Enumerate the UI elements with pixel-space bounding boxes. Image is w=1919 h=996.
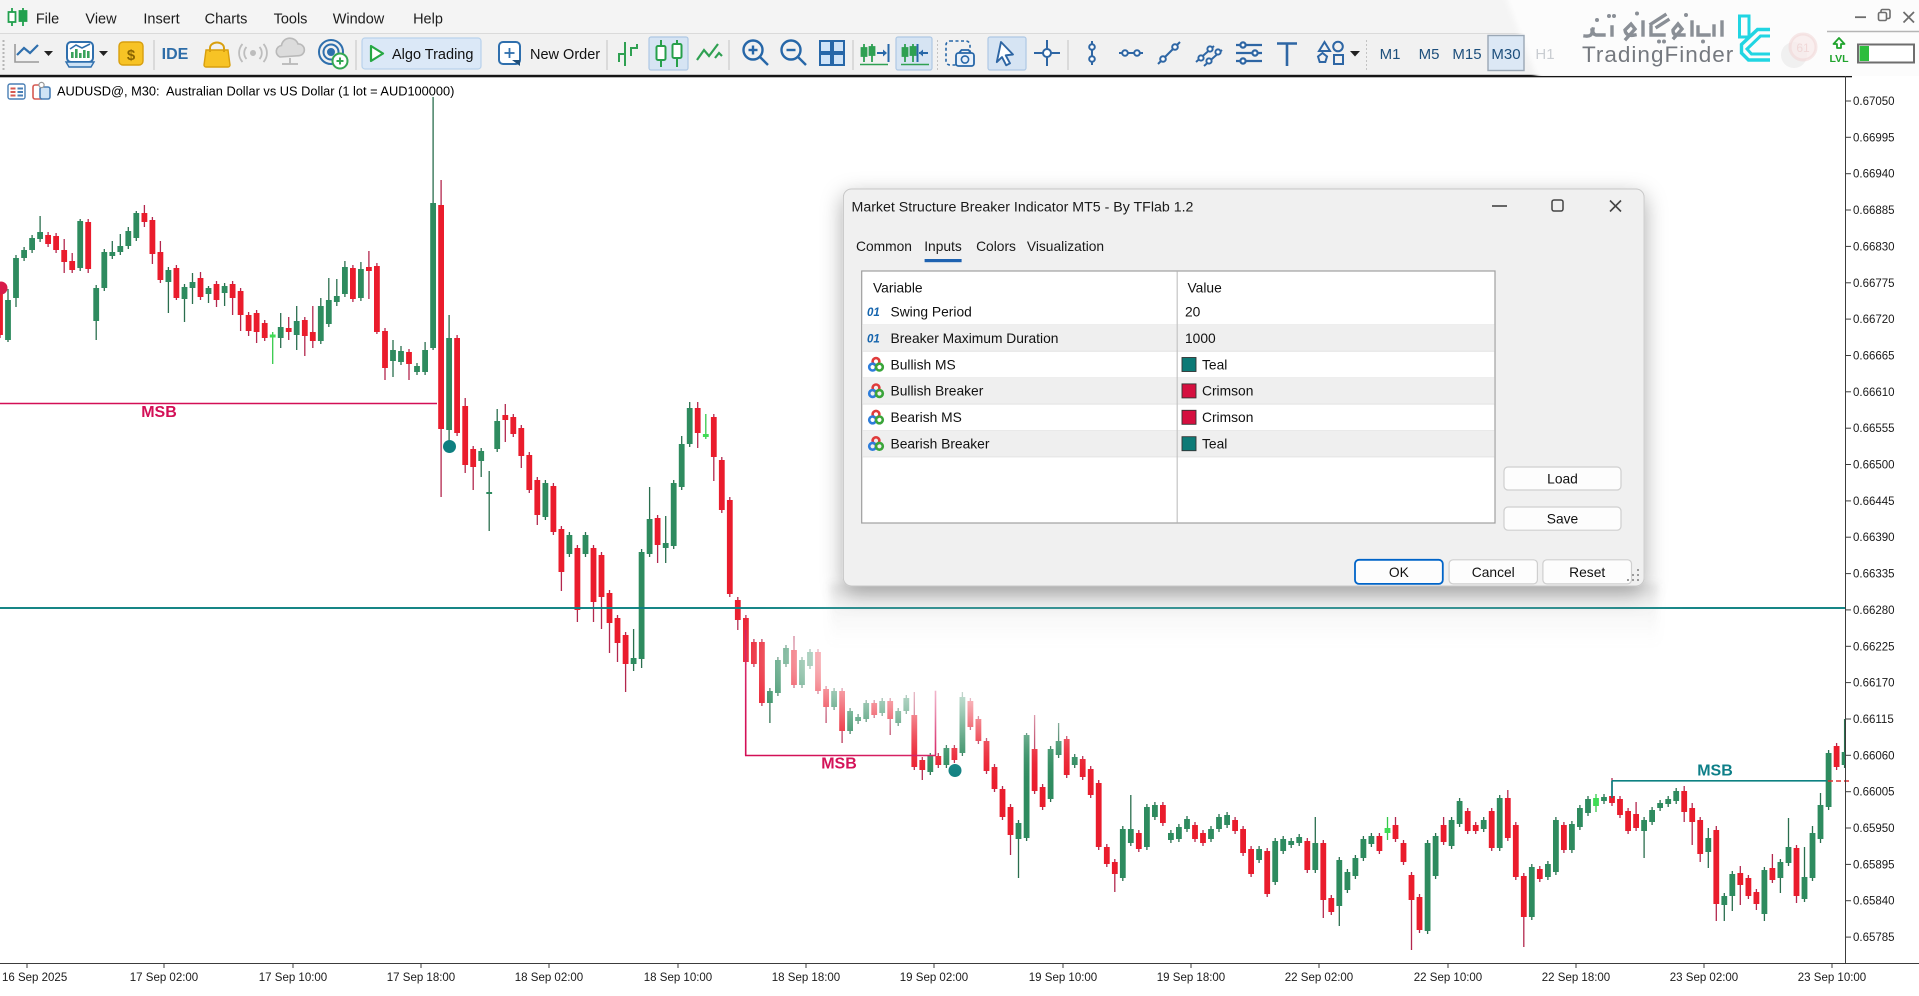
svg-text:Bearish MS: Bearish MS <box>891 410 962 425</box>
svg-text:Bullish MS: Bullish MS <box>891 357 956 372</box>
svg-text:1000: 1000 <box>1185 331 1216 346</box>
svg-text:M1: M1 <box>1380 46 1401 63</box>
svg-text:LVL: LVL <box>1829 53 1849 65</box>
svg-text:Charts: Charts <box>205 12 248 28</box>
svg-text:01: 01 <box>867 334 880 346</box>
svg-text:Colors: Colors <box>976 239 1016 254</box>
svg-text:Save: Save <box>1547 512 1579 527</box>
svg-text:Market Structure Breaker Indic: Market Structure Breaker Indicator MT5 -… <box>852 200 1194 216</box>
svg-text:Reset: Reset <box>1569 565 1605 580</box>
svg-text:Help: Help <box>413 12 443 28</box>
svg-text:Common: Common <box>856 239 912 254</box>
svg-text:Value: Value <box>1188 281 1223 296</box>
svg-text:OK: OK <box>1389 565 1410 580</box>
svg-text:File: File <box>36 12 59 28</box>
svg-text:Variable: Variable <box>873 281 923 296</box>
svg-text:61: 61 <box>1796 41 1810 55</box>
svg-text:Inputs: Inputs <box>924 239 962 254</box>
svg-text:Breaker Maximum Duration: Breaker Maximum Duration <box>891 331 1059 346</box>
svg-text:Insert: Insert <box>143 12 179 28</box>
svg-text:Bearish Breaker: Bearish Breaker <box>891 437 990 452</box>
svg-text:Cancel: Cancel <box>1472 565 1515 580</box>
svg-text:M30: M30 <box>1491 46 1520 63</box>
svg-text:TradingFinder: TradingFinder <box>1582 42 1734 67</box>
svg-text:IDE: IDE <box>162 46 189 63</box>
svg-text:Crimson: Crimson <box>1202 410 1253 425</box>
svg-text:Load: Load <box>1547 472 1578 487</box>
svg-text:New Order: New Order <box>530 47 600 63</box>
svg-text:M15: M15 <box>1452 46 1481 63</box>
svg-text:Visualization: Visualization <box>1027 239 1104 254</box>
svg-text:Window: Window <box>333 12 385 28</box>
svg-text:Tools: Tools <box>274 12 308 28</box>
svg-text:Teal: Teal <box>1202 437 1227 452</box>
svg-text:H1: H1 <box>1535 46 1554 63</box>
svg-text:Crimson: Crimson <box>1202 384 1253 399</box>
svg-text:01: 01 <box>867 307 880 319</box>
svg-text:20: 20 <box>1185 305 1201 320</box>
svg-text:Teal: Teal <box>1202 357 1227 372</box>
svg-text:Bullish Breaker: Bullish Breaker <box>891 384 984 399</box>
svg-text:M5: M5 <box>1419 46 1440 63</box>
svg-text:Swing Period: Swing Period <box>891 305 972 320</box>
svg-text:Algo Trading: Algo Trading <box>392 47 473 63</box>
svg-text:View: View <box>85 12 117 28</box>
svg-text:$: $ <box>127 47 136 64</box>
